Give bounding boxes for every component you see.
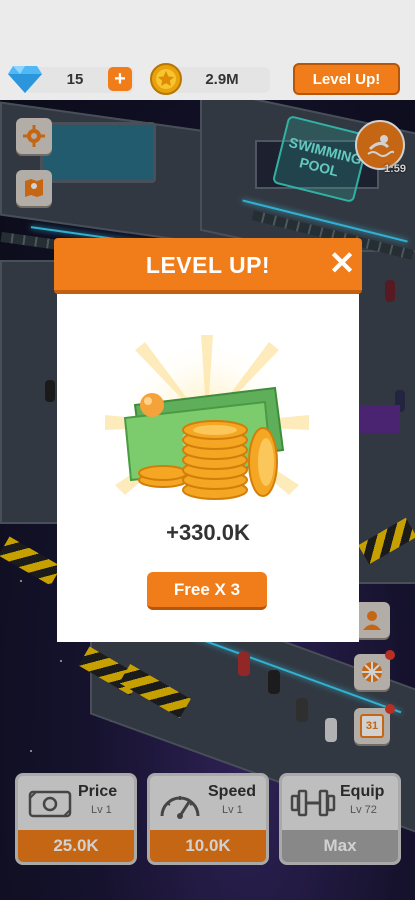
close-icon: ✕: [328, 245, 356, 281]
coin-count: 2.9M: [205, 71, 239, 88]
cash-reward-illustration: [105, 335, 309, 510]
claim-free-x3-button[interactable]: Free X 3: [147, 572, 267, 610]
modal-title: LEVEL UP!: [145, 251, 271, 278]
gem-count: 15: [66, 71, 84, 88]
close-button[interactable]: ✕: [328, 245, 356, 281]
reward-amount: +330.0K: [166, 520, 250, 545]
coin-icon: [150, 63, 182, 95]
diamond-icon: [8, 66, 42, 93]
buy-gems-button[interactable]: +: [108, 67, 132, 91]
plus-icon: +: [114, 68, 126, 90]
level-up-button[interactable]: Level Up!: [293, 63, 400, 95]
